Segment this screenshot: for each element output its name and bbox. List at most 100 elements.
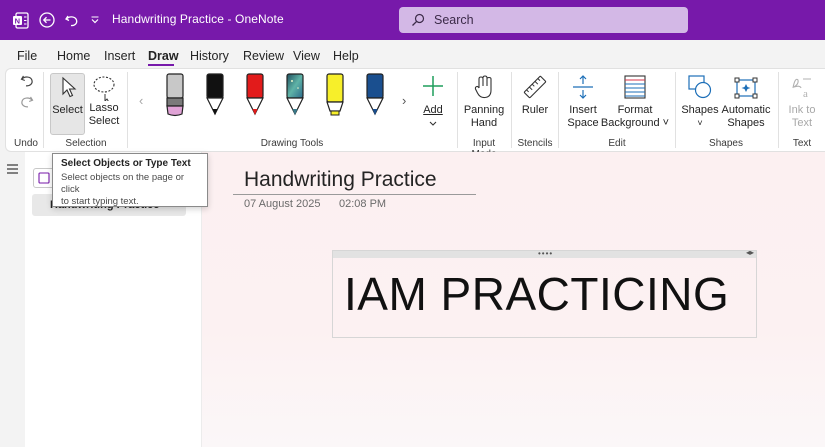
group-label-selection: Selection bbox=[57, 138, 115, 149]
tooltip-description-line2: to start typing text. bbox=[61, 196, 199, 208]
group-label-text: Text bbox=[790, 138, 814, 149]
cursor-arrow-icon bbox=[58, 76, 78, 98]
navigation-strip bbox=[0, 152, 25, 447]
hand-icon bbox=[473, 74, 495, 100]
format-background-label-line1: Format bbox=[618, 104, 653, 117]
insert-space-icon bbox=[570, 74, 596, 100]
format-background-button[interactable]: Format Background ˅ bbox=[602, 74, 668, 130]
galaxy-pen-tool[interactable] bbox=[285, 72, 305, 121]
panning-label-line2: Hand bbox=[471, 117, 497, 130]
lasso-label-line2: Select bbox=[89, 115, 120, 128]
redo-button[interactable] bbox=[19, 94, 35, 113]
select-label: Select bbox=[52, 104, 83, 117]
svg-text:N: N bbox=[14, 16, 19, 25]
black-pen-tool[interactable] bbox=[205, 72, 225, 121]
ruler-label: Ruler bbox=[522, 104, 548, 117]
ruler-icon bbox=[522, 74, 548, 100]
group-label-stencils: Stencils bbox=[515, 138, 555, 149]
group-divider bbox=[43, 72, 44, 148]
add-pen-button[interactable]: Add bbox=[418, 74, 448, 128]
note-text[interactable]: IAM PRACTICING bbox=[344, 268, 729, 320]
tab-review[interactable]: Review bbox=[243, 49, 284, 63]
eraser-tool[interactable] bbox=[165, 72, 185, 121]
automatic-shapes-icon bbox=[732, 74, 760, 100]
tab-help[interactable]: Help bbox=[333, 49, 359, 63]
group-divider bbox=[457, 72, 458, 148]
window-title: Handwriting Practice - OneNote bbox=[112, 12, 284, 26]
insert-space-label-line2: Space bbox=[567, 117, 598, 130]
tab-file[interactable]: File bbox=[17, 49, 37, 63]
insert-space-button[interactable]: Insert Space bbox=[563, 74, 603, 130]
page-time: 02:08 PM bbox=[339, 198, 386, 210]
page-title[interactable]: Handwriting Practice bbox=[244, 168, 437, 192]
eraser-icon bbox=[165, 72, 185, 118]
tab-insert[interactable]: Insert bbox=[104, 49, 135, 63]
undo-button[interactable] bbox=[19, 73, 35, 92]
panning-label-line1: Panning bbox=[464, 104, 504, 117]
search-icon bbox=[411, 13, 425, 27]
chevron-down-icon bbox=[428, 120, 438, 128]
undo-arrow-icon bbox=[19, 73, 35, 89]
group-label-edit: Edit bbox=[600, 138, 634, 149]
yellow-highlighter-tool[interactable] bbox=[325, 72, 345, 121]
shapes-label: Shapes bbox=[681, 104, 718, 117]
lasso-icon bbox=[91, 75, 117, 101]
format-background-icon bbox=[622, 74, 648, 100]
select-button-content: Select bbox=[50, 76, 85, 117]
shapes-button[interactable]: Shapes ˅ bbox=[680, 74, 720, 130]
page-title-underline bbox=[233, 194, 476, 195]
search-box[interactable]: Search bbox=[399, 7, 688, 33]
ruler-button[interactable]: Ruler bbox=[518, 74, 552, 117]
hamburger-menu-icon[interactable] bbox=[6, 163, 19, 178]
active-tab-indicator bbox=[148, 64, 174, 66]
ink-to-text-button[interactable]: a Ink to Text bbox=[783, 74, 821, 130]
onenote-logo-icon: N bbox=[10, 0, 30, 40]
galaxy-pen-icon bbox=[285, 72, 305, 118]
title-bar: N Handwriting Practice - OneNote bbox=[0, 0, 825, 40]
format-background-label-line2: Background ˅ bbox=[601, 117, 669, 130]
group-divider bbox=[778, 72, 779, 148]
search-label: Search bbox=[434, 13, 474, 27]
drag-dots-icon: •••• bbox=[538, 249, 553, 258]
blue-pen-tool[interactable] bbox=[365, 72, 385, 121]
black-pen-icon bbox=[205, 72, 225, 118]
ink-to-text-label-line1: Ink to bbox=[789, 104, 816, 117]
automatic-shapes-button[interactable]: Automatic Shapes bbox=[719, 74, 773, 130]
tooltip-title: Select Objects or Type Text bbox=[61, 158, 199, 169]
pens-scroll-right-icon[interactable]: › bbox=[402, 93, 406, 108]
group-label-undo: Undo bbox=[14, 138, 38, 149]
plus-icon bbox=[421, 74, 445, 98]
customize-quick-access-icon[interactable] bbox=[88, 0, 102, 40]
tooltip-description-line1: Select objects on the page or click bbox=[61, 172, 199, 196]
red-pen-tool[interactable] bbox=[245, 72, 265, 121]
blue-pen-icon bbox=[365, 72, 385, 118]
page-date: 07 August 2025 bbox=[244, 198, 320, 210]
group-label-drawing-tools: Drawing Tools bbox=[248, 138, 336, 149]
back-icon[interactable] bbox=[37, 0, 57, 40]
resize-arrows-icon[interactable]: ◂▸ bbox=[746, 248, 754, 257]
tab-home[interactable]: Home bbox=[57, 49, 90, 63]
group-divider bbox=[511, 72, 512, 148]
svg-text:a: a bbox=[803, 88, 808, 100]
redo-arrow-icon bbox=[19, 94, 35, 110]
lasso-label-line1: Lasso bbox=[89, 102, 118, 115]
tab-history[interactable]: History bbox=[190, 49, 229, 63]
tab-draw[interactable]: Draw bbox=[148, 49, 179, 63]
group-divider bbox=[675, 72, 676, 148]
group-divider bbox=[127, 72, 128, 148]
add-label: Add bbox=[423, 104, 443, 117]
ink-to-text-icon: a bbox=[789, 74, 815, 100]
insert-space-label-line1: Insert bbox=[569, 104, 597, 117]
chevron-down-icon: ˅ bbox=[697, 117, 702, 130]
shapes-icon bbox=[687, 74, 713, 100]
add-page-icon bbox=[34, 169, 54, 187]
group-label-shapes: Shapes bbox=[707, 138, 745, 149]
lasso-select-button[interactable]: Lasso Select bbox=[86, 75, 122, 128]
automatic-shapes-label-line2: Shapes bbox=[727, 117, 764, 130]
select-tooltip: Select Objects or Type Text Select objec… bbox=[52, 153, 208, 207]
red-pen-icon bbox=[245, 72, 265, 118]
pens-scroll-left-icon[interactable]: ‹ bbox=[139, 93, 143, 108]
tab-view[interactable]: View bbox=[293, 49, 320, 63]
panning-hand-button[interactable]: Panning Hand bbox=[462, 74, 506, 130]
undo-icon[interactable] bbox=[61, 0, 81, 40]
